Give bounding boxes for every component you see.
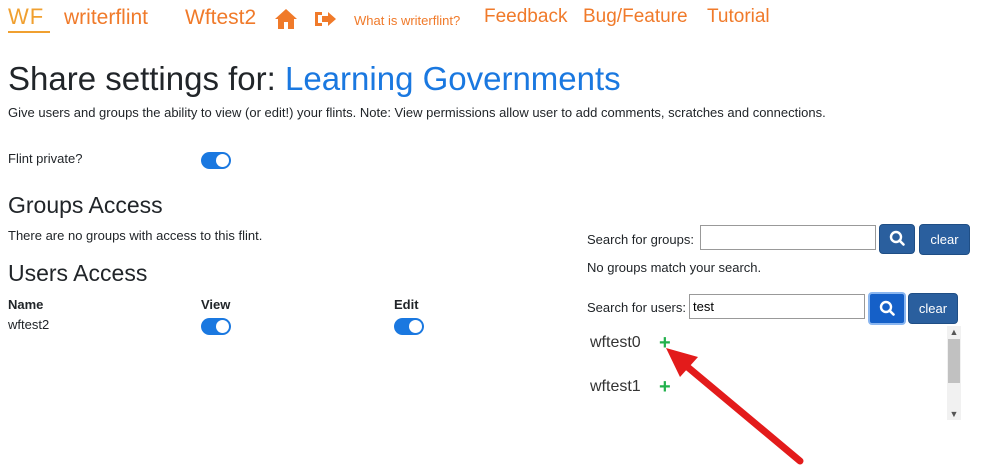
users-heading: Users Access — [8, 260, 148, 286]
view-toggle[interactable] — [201, 318, 231, 335]
search-icon — [889, 230, 905, 246]
top-nav: WF writerflint Wftest2 What is writerfli… — [0, 0, 984, 40]
groups-no-match-text: No groups match your search. — [587, 260, 762, 275]
search-icon — [879, 300, 895, 316]
title-prefix: Share settings for: — [8, 60, 276, 97]
private-toggle[interactable] — [201, 152, 231, 169]
tutorial-link[interactable]: Tutorial — [707, 6, 770, 28]
brand-link[interactable]: writerflint — [64, 6, 148, 30]
user-link[interactable]: Wftest2 — [185, 6, 256, 30]
users-search-button[interactable] — [868, 292, 906, 325]
groups-clear-button[interactable]: clear — [919, 224, 970, 255]
what-is-link[interactable]: What is writerflint? — [354, 13, 460, 28]
column-view: View — [201, 297, 231, 312]
scroll-thumb[interactable] — [948, 339, 960, 383]
users-clear-button[interactable]: clear — [908, 293, 958, 324]
list-item: wftest0 — [590, 334, 641, 351]
scroll-down-icon[interactable]: ▼ — [947, 408, 961, 420]
page-subtitle: Give users and groups the ability to vie… — [8, 105, 826, 120]
scroll-up-icon[interactable]: ▲ — [947, 326, 961, 338]
groups-empty-text: There are no groups with access to this … — [8, 228, 263, 243]
list-item: wftest1 — [590, 378, 641, 395]
page-title: Share settings for: Learning Governments — [8, 60, 621, 98]
edit-toggle[interactable] — [394, 318, 424, 335]
groups-search-button[interactable] — [879, 224, 915, 254]
private-label: Flint private? — [8, 151, 83, 166]
groups-heading: Groups Access — [8, 192, 163, 218]
column-name: Name — [8, 297, 44, 312]
groups-search-input[interactable] — [700, 225, 876, 250]
results-scrollbar[interactable]: ▲ ▼ — [947, 326, 961, 420]
logo-underline — [8, 31, 50, 33]
feedback-link[interactable]: Feedback — [484, 6, 567, 28]
bug-feature-link[interactable]: Bug/Feature — [583, 6, 688, 28]
logo[interactable]: WF — [8, 4, 44, 30]
groups-search-label: Search for groups: — [587, 232, 694, 247]
user-row-name: wftest2 — [8, 317, 50, 332]
home-icon[interactable] — [274, 8, 298, 30]
users-search-input[interactable] — [689, 294, 865, 319]
sign-out-icon[interactable] — [313, 8, 337, 30]
users-search-label: Search for users: — [587, 300, 686, 315]
flint-name-link[interactable]: Learning Governments — [285, 60, 621, 97]
column-edit: Edit — [394, 297, 419, 312]
annotation-arrow-icon — [666, 348, 804, 465]
